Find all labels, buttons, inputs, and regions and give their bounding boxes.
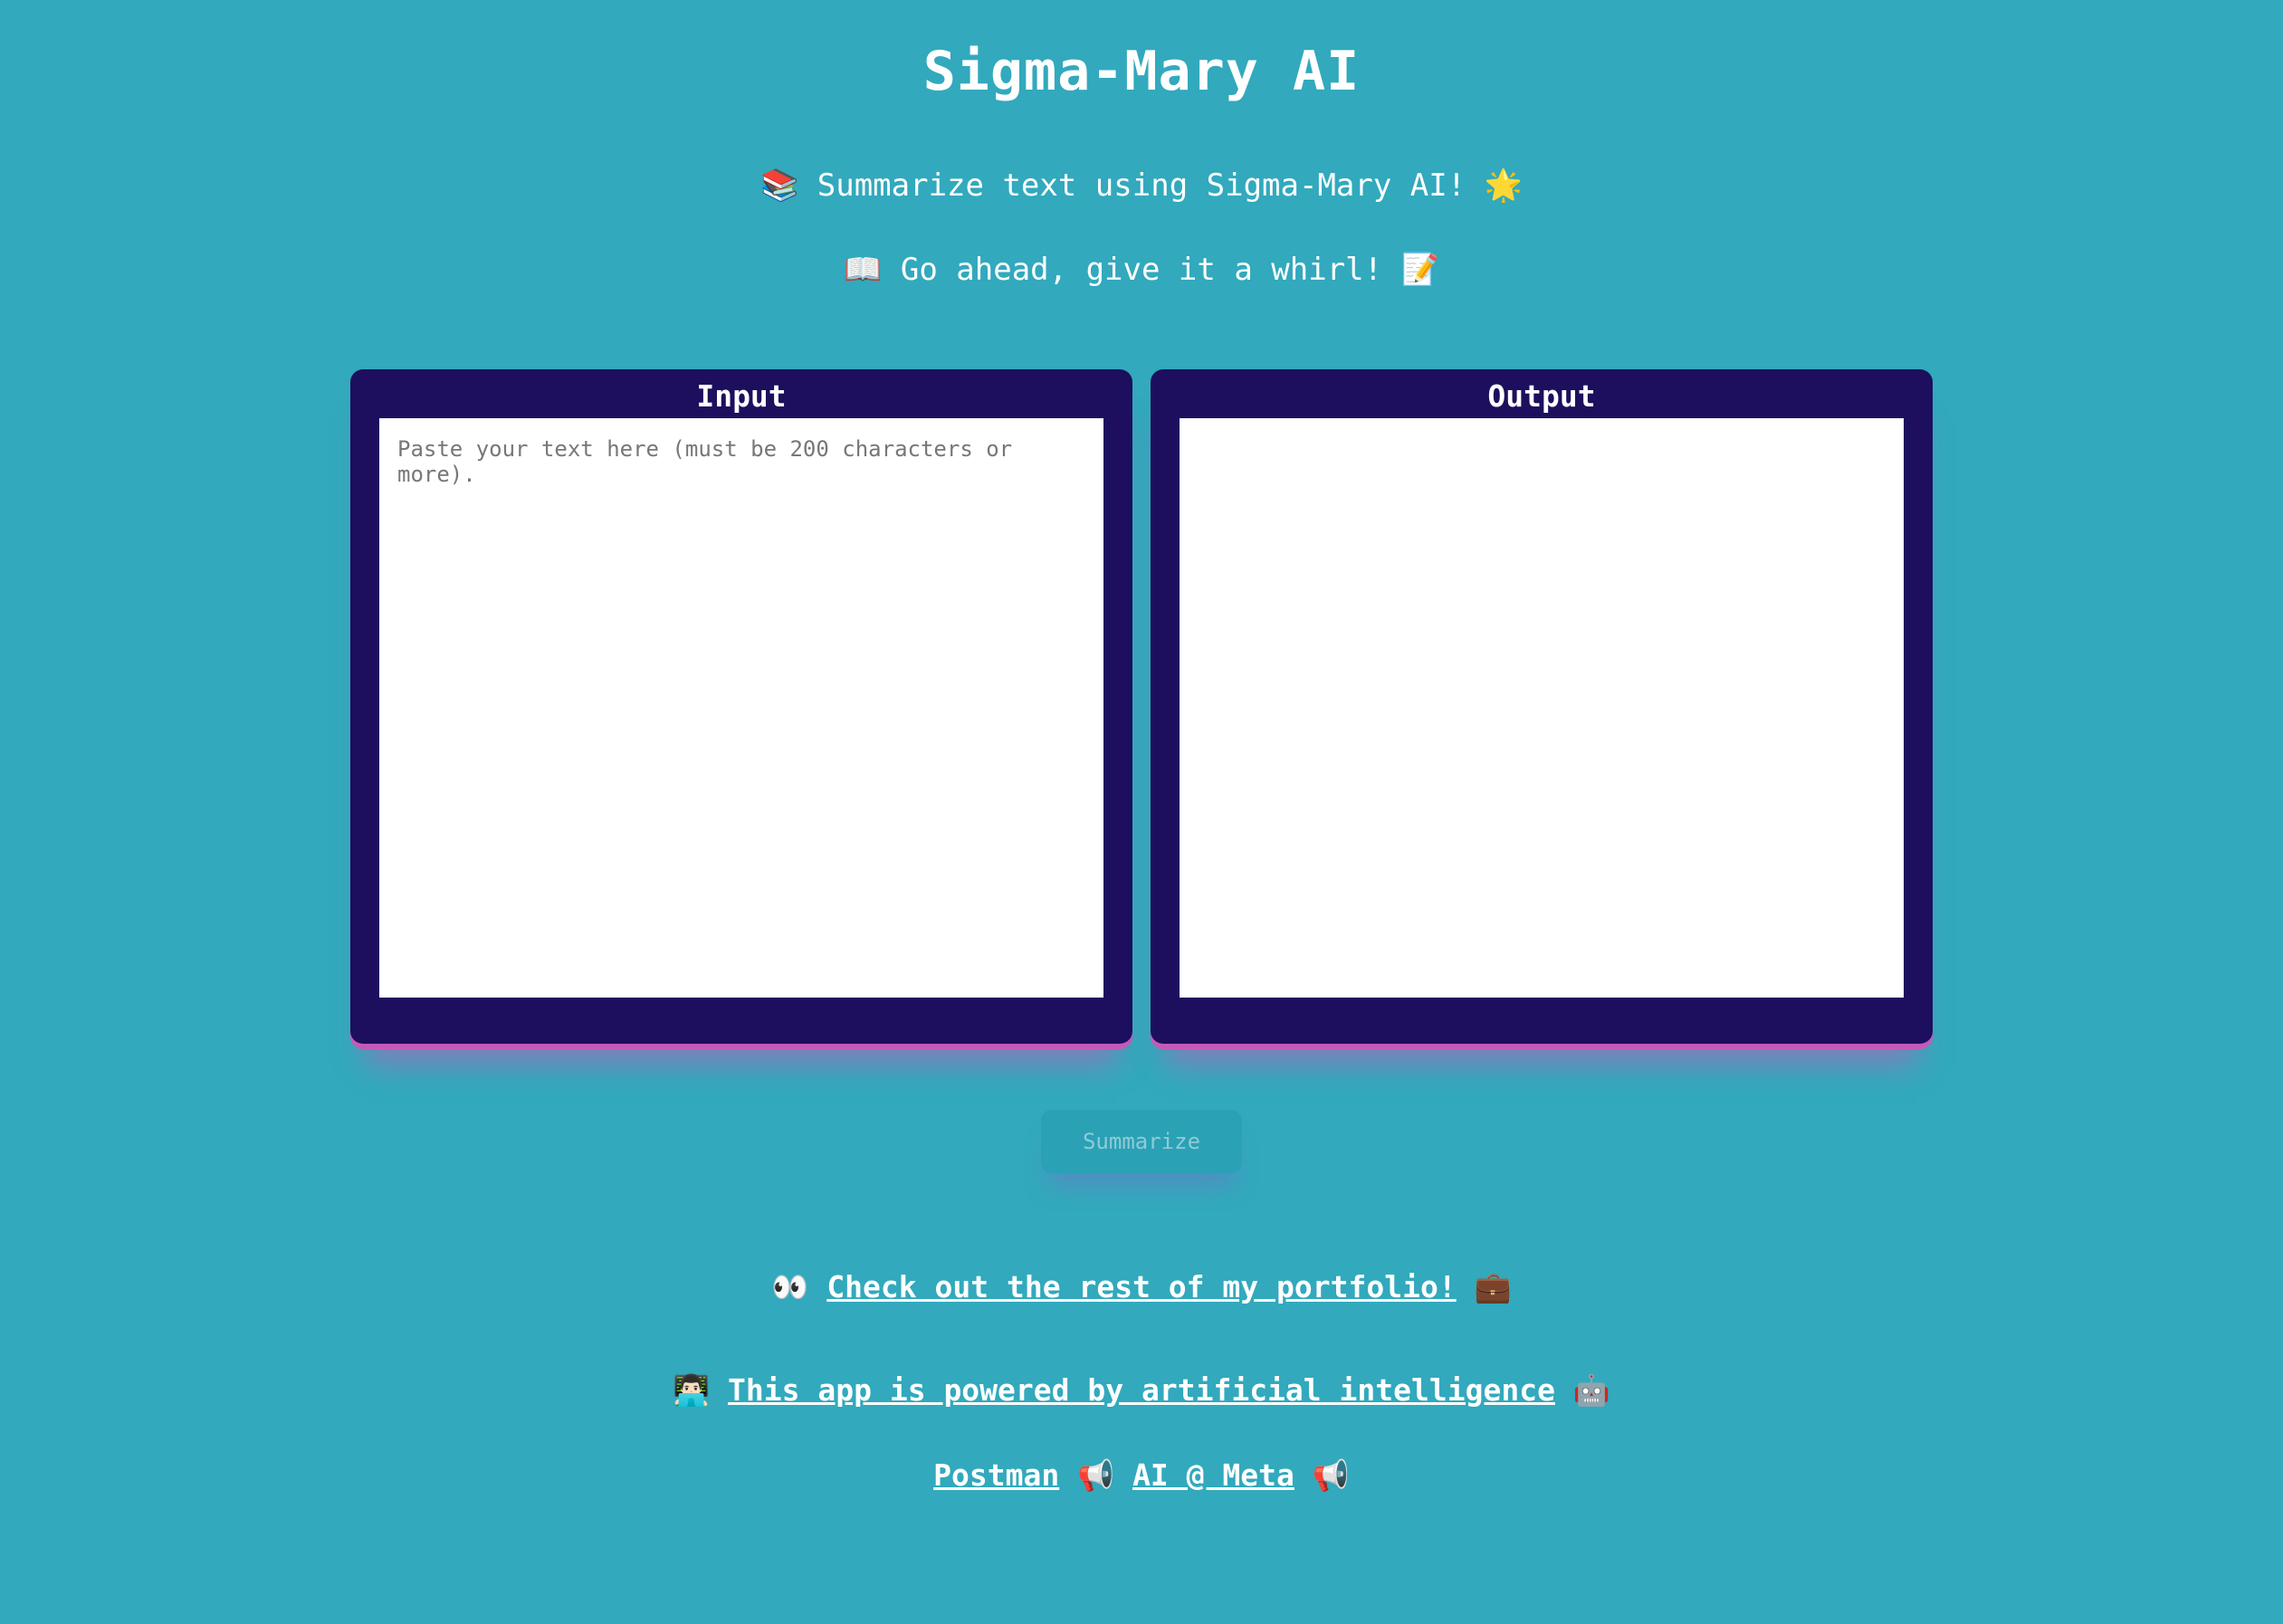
input-textarea[interactable] xyxy=(379,418,1103,998)
tagline-summarize-text: Summarize text using Sigma-Mary AI! xyxy=(817,167,1466,204)
loudspeaker-icon: 📢 xyxy=(1077,1457,1115,1493)
tagline-summarize: 📚 Summarize text using Sigma-Mary AI! 🌟 xyxy=(0,167,2283,204)
loudspeaker-icon: 📢 xyxy=(1312,1457,1350,1493)
input-panel: Input xyxy=(350,369,1132,1044)
output-box xyxy=(1180,418,1904,998)
credits-line: Postman 📢 AI @ Meta 📢 xyxy=(0,1457,2283,1494)
books-icon: 📚 xyxy=(759,167,799,204)
tagline-whirl: 📖 Go ahead, give it a whirl! 📝 xyxy=(0,252,2283,288)
page-title: Sigma-Mary AI xyxy=(922,40,1361,103)
technologist-icon: 👨🏻‍💻 xyxy=(673,1372,711,1408)
output-panel-title: Output xyxy=(1487,378,1596,414)
ai-at-meta-link[interactable]: AI @ Meta xyxy=(1132,1457,1294,1493)
powered-by-line: 👨🏻‍💻 This app is powered by artificial i… xyxy=(0,1372,2283,1409)
star-icon: 🌟 xyxy=(1484,167,1524,204)
postman-link[interactable]: Postman xyxy=(933,1457,1059,1493)
robot-icon: 🤖 xyxy=(1572,1372,1610,1408)
portfolio-link[interactable]: Check out the rest of my portfolio! xyxy=(826,1269,1456,1304)
portfolio-line: 👀 Check out the rest of my portfolio! 💼 xyxy=(0,1269,2283,1305)
output-panel: Output xyxy=(1151,369,1933,1044)
open-book-icon: 📖 xyxy=(844,252,883,288)
tagline-whirl-text: Go ahead, give it a whirl! xyxy=(900,252,1383,288)
ai-powered-link[interactable]: This app is powered by artificial intell… xyxy=(728,1372,1555,1408)
summarize-button[interactable]: Summarize xyxy=(1041,1110,1242,1173)
page: Sigma-Mary AI 📚 Summarize text using Sig… xyxy=(0,0,2283,1624)
briefcase-icon: 💼 xyxy=(1474,1269,1512,1304)
input-panel-title: Input xyxy=(696,378,787,414)
eyes-icon: 👀 xyxy=(771,1269,809,1304)
memo-icon: 📝 xyxy=(1400,252,1439,288)
